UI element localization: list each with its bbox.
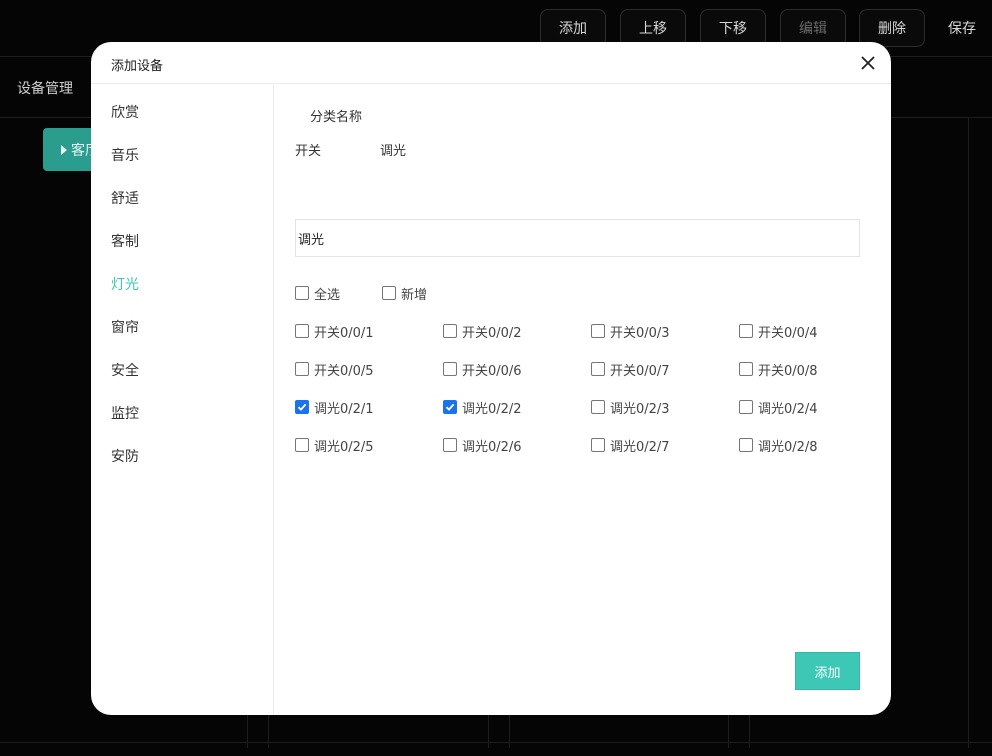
device-checkbox[interactable]: 调光0/2/4	[739, 398, 818, 417]
device-checkbox[interactable]: 开关0/0/7	[591, 360, 670, 379]
add-button[interactable]: 添加	[795, 652, 860, 690]
add-device-modal: 添加设备 欣赏音乐舒适客制灯光窗帘安全监控安防 分类名称 开关 调光 全选	[91, 42, 891, 715]
toolbar-save-button[interactable]: 保存	[935, 9, 989, 47]
caret-right-icon	[61, 144, 67, 155]
checkbox-box[interactable]	[739, 362, 753, 376]
category-item[interactable]: 监控	[111, 403, 139, 423]
device-checkbox[interactable]: 调光0/2/3	[591, 398, 670, 417]
device-label: 开关0/0/4	[758, 326, 818, 341]
device-checkbox[interactable]: 开关0/0/1	[295, 322, 374, 341]
category-item[interactable]: 舒适	[111, 188, 139, 208]
device-checkbox[interactable]: 调光0/2/1	[295, 398, 374, 417]
new-item-label: 新增	[401, 288, 428, 303]
select-all-checkbox[interactable]: 全选	[295, 284, 340, 303]
device-label: 开关0/0/3	[610, 326, 670, 341]
checkbox-box[interactable]	[295, 362, 309, 376]
page: 添加 上移 下移 编辑 删除 保存 设备管理 客厅 添加设备 欣赏 音乐 舒适 客制灯…	[0, 0, 992, 756]
category-item[interactable]: 欣赏	[111, 102, 139, 122]
type-tab-dimmer[interactable]: 调光	[380, 140, 406, 159]
device-label: 开关0/0/5	[314, 364, 374, 379]
device-checkbox[interactable]: 调光0/2/6	[443, 436, 522, 455]
device-label: 调光0/2/5	[314, 440, 374, 455]
close-icon	[861, 56, 875, 70]
checkbox-box[interactable]	[443, 438, 457, 452]
grid-line	[0, 742, 992, 743]
device-checkbox[interactable]: 调光0/2/7	[591, 436, 670, 455]
category-item[interactable]: 安防	[111, 446, 139, 466]
checkbox-box[interactable]	[295, 286, 309, 300]
category-name-label: 分类名称	[310, 110, 363, 125]
category-item[interactable]: 音乐	[111, 145, 139, 165]
device-label: 开关0/0/7	[610, 364, 670, 379]
device-label: 开关0/0/2	[462, 326, 522, 341]
device-checkbox[interactable]: 开关0/0/4	[739, 322, 818, 341]
device-checkbox[interactable]: 调光0/2/8	[739, 436, 818, 455]
new-item-checkbox[interactable]: 新增	[382, 284, 427, 303]
device-label: 调光0/2/1	[314, 402, 374, 417]
checkbox-box[interactable]	[295, 438, 309, 452]
device-checkbox[interactable]: 调光0/2/2	[443, 398, 522, 417]
device-checkbox[interactable]: 开关0/0/8	[739, 360, 818, 379]
checkbox-box[interactable]	[443, 362, 457, 376]
device-checkbox[interactable]: 开关0/0/5	[295, 360, 374, 379]
device-checkbox[interactable]: 开关0/0/3	[591, 322, 670, 341]
device-label: 调光0/2/3	[610, 402, 670, 417]
checkbox-box[interactable]	[739, 324, 753, 338]
type-tab-switch[interactable]: 开关	[295, 140, 321, 159]
grid-line	[968, 118, 969, 748]
checkbox-box[interactable]	[443, 400, 457, 414]
category-name-input[interactable]	[295, 219, 860, 257]
device-label: 调光0/2/2	[462, 402, 522, 417]
checkbox-box[interactable]	[591, 400, 605, 414]
category-item[interactable]: 窗帘	[111, 317, 139, 337]
device-label: 开关0/0/1	[314, 326, 374, 341]
check-icon	[297, 403, 307, 411]
category-item[interactable]: 灯光	[111, 274, 139, 294]
checkbox-box[interactable]	[443, 324, 457, 338]
check-icon	[445, 403, 455, 411]
checkbox-box[interactable]	[295, 400, 309, 414]
device-checkbox[interactable]: 开关0/0/2	[443, 322, 522, 341]
device-label: 调光0/2/6	[462, 440, 522, 455]
close-button[interactable]	[859, 54, 877, 72]
checkbox-box[interactable]	[591, 438, 605, 452]
device-label: 开关0/0/8	[758, 364, 818, 379]
checkbox-box[interactable]	[591, 362, 605, 376]
checkbox-box[interactable]	[739, 400, 753, 414]
category-menu: 欣赏音乐舒适客制灯光窗帘安全监控安防	[91, 85, 274, 715]
device-label: 开关0/0/6	[462, 364, 522, 379]
category-item[interactable]: 安全	[111, 360, 139, 380]
device-label: 调光0/2/8	[758, 440, 818, 455]
modal-header: 添加设备	[91, 42, 891, 84]
checkbox-box[interactable]	[382, 286, 396, 300]
device-checkbox[interactable]: 调光0/2/5	[295, 436, 374, 455]
category-item[interactable]: 客制	[111, 231, 139, 251]
device-checkbox[interactable]: 开关0/0/6	[443, 360, 522, 379]
modal-content: 分类名称 开关 调光 全选 新增 开关0/0/1 开关0/0/2 开关0/0/3 开关…	[275, 85, 891, 715]
device-label: 调光0/2/4	[758, 402, 818, 417]
checkbox-box[interactable]	[739, 438, 753, 452]
select-all-label: 全选	[314, 288, 341, 303]
section-title: 设备管理	[17, 81, 73, 97]
checkbox-box[interactable]	[591, 324, 605, 338]
device-label: 调光0/2/7	[610, 440, 670, 455]
checkbox-box[interactable]	[295, 324, 309, 338]
modal-title: 添加设备	[111, 59, 164, 74]
